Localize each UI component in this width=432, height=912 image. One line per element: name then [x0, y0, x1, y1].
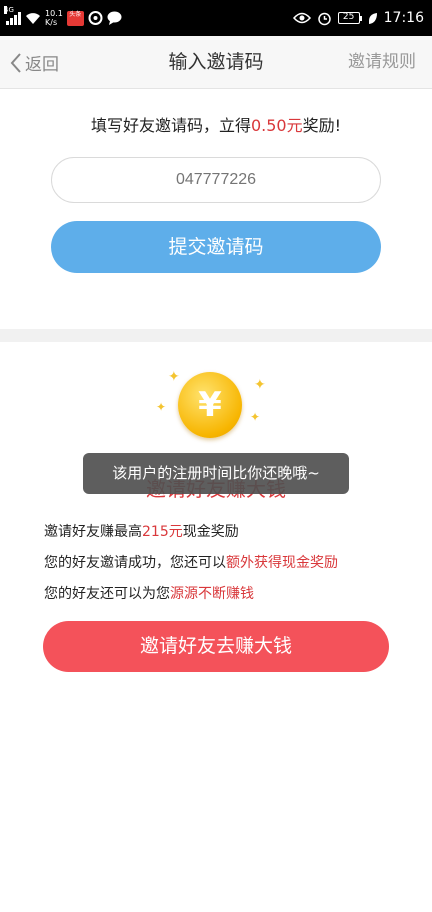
chat-icon: [107, 11, 122, 25]
weibo-icon: [88, 11, 103, 25]
submit-code-button[interactable]: 提交邀请码: [51, 221, 381, 273]
benefit-line: 邀请好友赚最高215元现金奖励: [44, 522, 338, 553]
benefits-list: 邀请好友赚最高215元现金奖励 您的好友邀请成功，您还可以额外获得现金奖励 您的…: [44, 522, 338, 615]
speed-value: 10.1: [45, 9, 63, 18]
status-bar: 4G 10.1 K/s 头条 25 17:16: [0, 0, 432, 36]
prompt-amount: 0.50元: [250, 116, 303, 135]
wifi-icon: [26, 12, 40, 24]
section-divider: [0, 329, 432, 342]
invite-friends-button[interactable]: 邀请好友去赚大钱: [43, 621, 389, 672]
status-bar-left: 4G 10.1 K/s 头条: [4, 0, 122, 36]
sparkle-icon: ✦: [168, 369, 180, 385]
benefit-line: 您的好友邀请成功，您还可以额外获得现金奖励: [44, 553, 338, 584]
toast-message: 该用户的注册时间比你还晚哦~: [83, 453, 349, 494]
news-app-icon: 头条: [66, 10, 84, 26]
battery-level: 25: [337, 12, 360, 24]
status-bar-right: 25 17:16: [292, 0, 424, 36]
benefit-text: 您的好友邀请成功，您还可以: [44, 555, 226, 571]
invite-rules-link[interactable]: 邀请规则: [348, 36, 416, 89]
sparkle-icon: ✦: [250, 410, 261, 424]
sparkle-icon: ✦: [254, 377, 266, 393]
reward-prompt: 填写好友邀请码，立得0.50元奖励!: [0, 112, 432, 136]
benefit-text: 您的好友还可以为您: [44, 586, 170, 602]
benefit-text: 邀请好友赚最高: [44, 524, 142, 540]
network-speed: 10.1 K/s: [45, 9, 63, 27]
benefit-line: 您的好友还可以为您源源不断赚钱: [44, 584, 338, 615]
prompt-suffix: 奖励!: [302, 116, 342, 135]
benefit-highlight: 源源不断赚钱: [170, 586, 254, 602]
eye-icon: [292, 12, 311, 24]
yuan-coin-icon: ¥: [178, 372, 242, 438]
benefit-highlight: 额外获得现金奖励: [226, 555, 338, 571]
leaf-icon: [368, 12, 377, 24]
prompt-prefix: 填写好友邀请码，立得: [90, 116, 251, 135]
benefit-text: 现金奖励: [182, 524, 239, 540]
battery-icon: 25: [337, 12, 362, 24]
nav-header: 返回 输入邀请码 邀请规则: [0, 36, 432, 89]
alarm-icon: [317, 12, 331, 25]
clock: 17:16: [383, 10, 424, 26]
speed-unit: K/s: [45, 18, 58, 27]
invite-code-input[interactable]: [51, 157, 381, 203]
coin-illustration: ✦ ✦ ✦ ✦ ¥: [150, 368, 280, 448]
sparkle-icon: ✦: [156, 400, 167, 414]
signal-icon: 4G: [4, 6, 21, 25]
benefit-amount: 215元: [142, 524, 183, 540]
network-type: 4G: [4, 6, 14, 14]
